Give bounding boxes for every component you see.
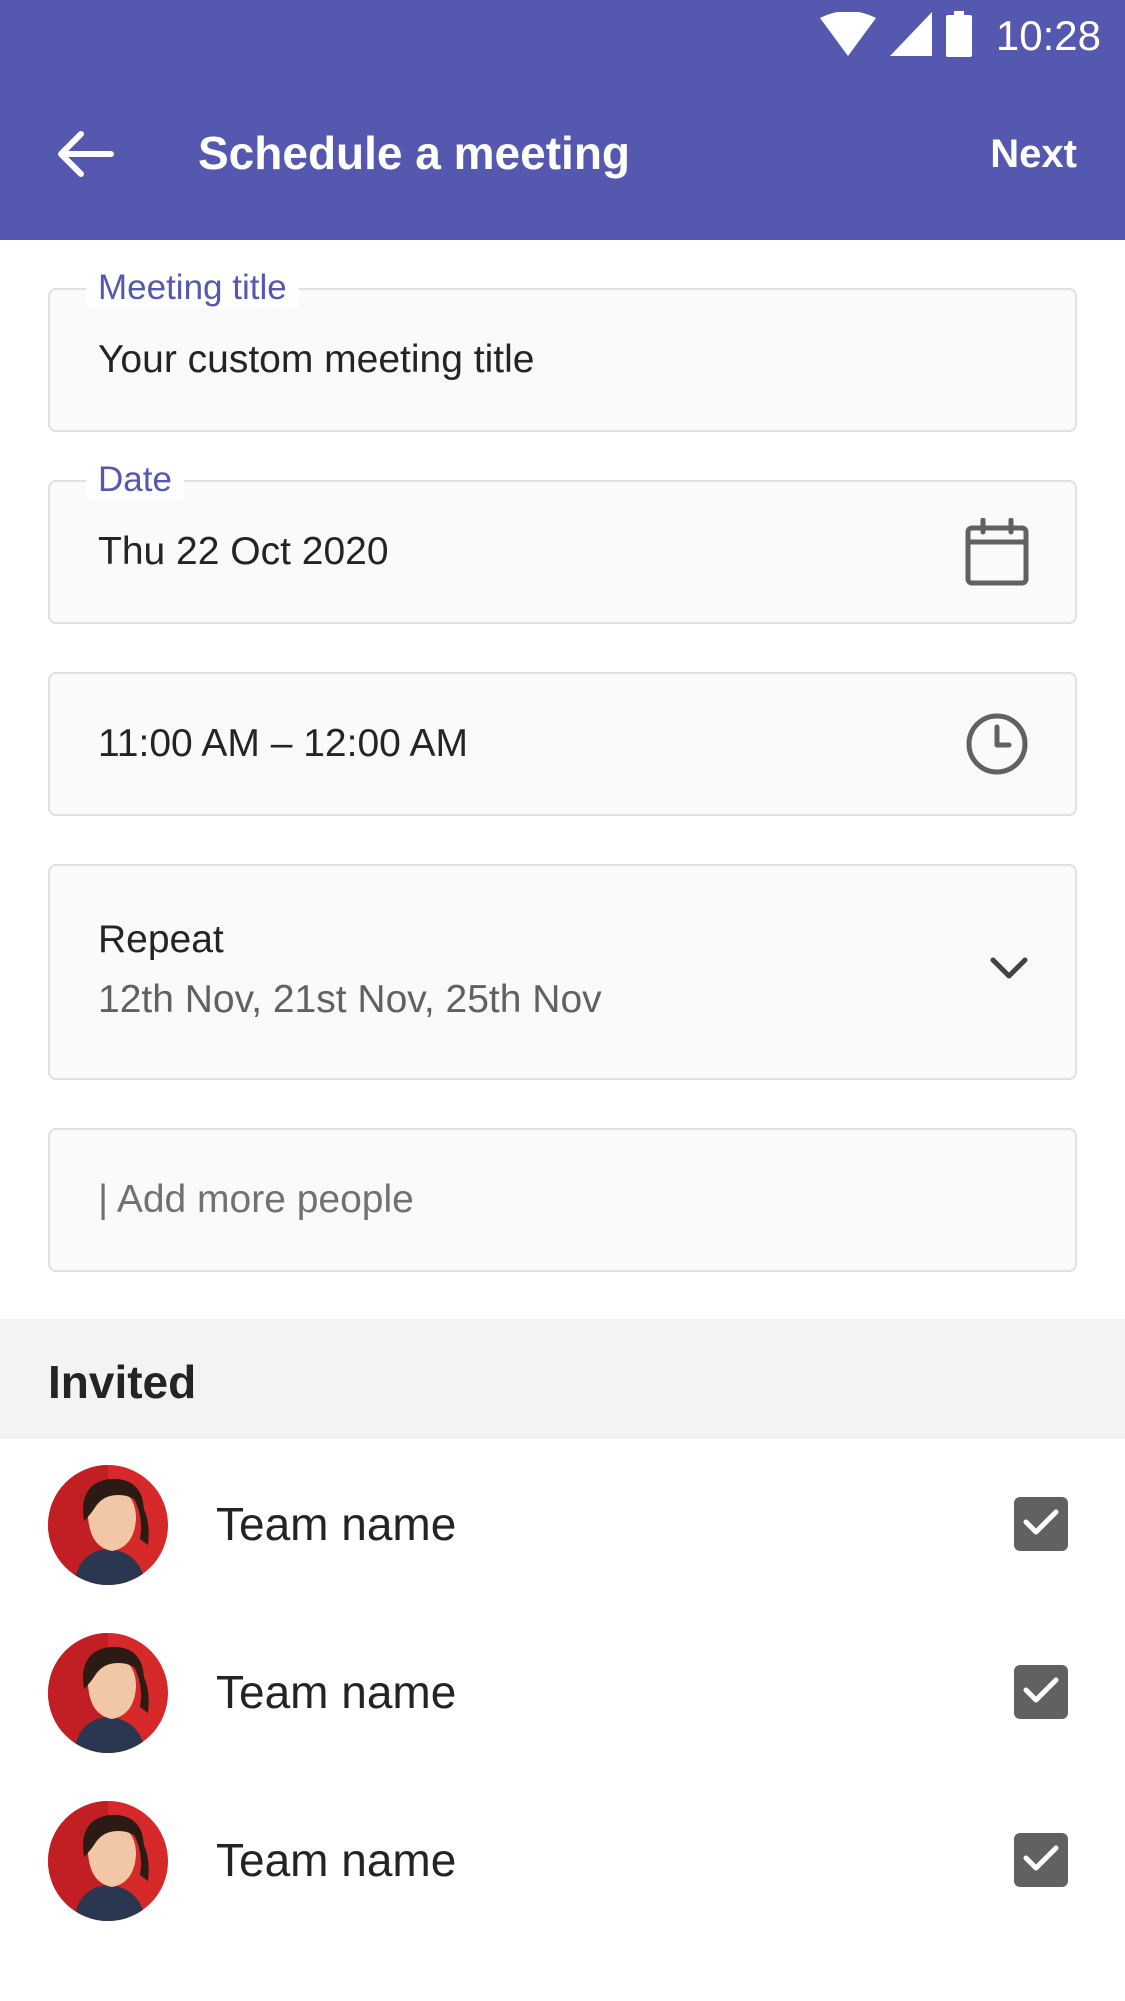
- wifi-icon: [819, 10, 876, 61]
- meeting-title-field[interactable]: Meeting title Your custom meeting title: [48, 268, 1077, 432]
- clock-icon[interactable]: [965, 712, 1029, 776]
- time-value[interactable]: 11:00 AM – 12:00 AM: [98, 722, 468, 766]
- back-button[interactable]: [50, 124, 120, 188]
- invited-checkbox[interactable]: [1014, 1497, 1068, 1551]
- next-button[interactable]: Next: [990, 132, 1077, 177]
- invited-title: Invited: [48, 1356, 197, 1408]
- invited-section-header: Invited: [0, 1319, 1125, 1439]
- checkmark-icon: [1023, 1844, 1059, 1877]
- date-label: Date: [86, 460, 184, 500]
- status-time: 10:28: [995, 12, 1101, 59]
- battery-icon: [945, 10, 972, 62]
- avatar: [48, 1633, 168, 1753]
- avatar: [48, 1465, 168, 1585]
- meeting-title-label: Meeting title: [86, 268, 299, 308]
- meeting-title-input[interactable]: Your custom meeting title: [98, 338, 534, 382]
- checkmark-icon: [1023, 1508, 1059, 1541]
- add-people-field[interactable]: | Add more people: [48, 1128, 1077, 1272]
- add-people-input[interactable]: | Add more people: [98, 1178, 414, 1222]
- cellular-signal-icon: [889, 11, 932, 61]
- repeat-field[interactable]: Repeat 12th Nov, 21st Nov, 25th Nov: [48, 864, 1077, 1080]
- time-field[interactable]: 11:00 AM – 12:00 AM: [48, 672, 1077, 816]
- invited-name: Team name: [216, 1498, 457, 1550]
- arrow-left-icon: [55, 130, 115, 183]
- invited-list-item[interactable]: Team name: [0, 1607, 1125, 1775]
- invited-name: Team name: [216, 1666, 457, 1718]
- invited-list-item[interactable]: Team name: [0, 1439, 1125, 1607]
- invited-name: Team name: [216, 1834, 457, 1886]
- status-bar: 10:28: [819, 8, 1101, 64]
- invited-list-item[interactable]: Team name: [0, 1775, 1125, 1943]
- calendar-icon[interactable]: [965, 518, 1029, 586]
- invited-checkbox[interactable]: [1014, 1833, 1068, 1887]
- repeat-dates: 12th Nov, 21st Nov, 25th Nov: [98, 978, 602, 1021]
- page-title: Schedule a meeting: [198, 127, 631, 179]
- app-header: 10:28 Schedule a meeting Next: [0, 0, 1125, 240]
- chevron-down-icon[interactable]: [989, 954, 1029, 982]
- checkmark-icon: [1023, 1676, 1059, 1709]
- avatar: [48, 1801, 168, 1921]
- date-field[interactable]: Date Thu 22 Oct 2020: [48, 460, 1077, 624]
- invited-checkbox[interactable]: [1014, 1665, 1068, 1719]
- date-value[interactable]: Thu 22 Oct 2020: [98, 530, 389, 574]
- repeat-label: Repeat: [98, 918, 224, 961]
